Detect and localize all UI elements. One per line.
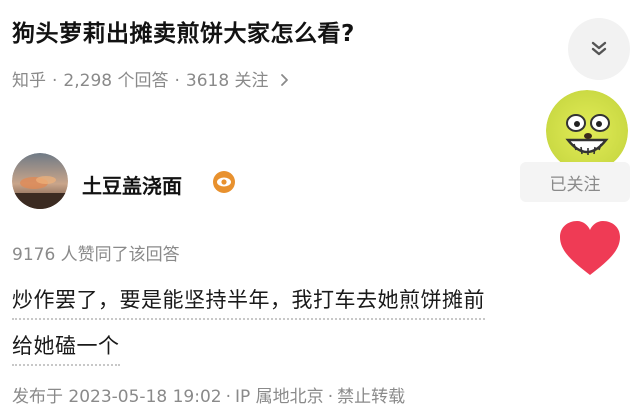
answer-count: 2,298 个回答 (63, 71, 169, 91)
author-avatar[interactable] (12, 153, 68, 209)
dotted-underline (12, 364, 120, 366)
answer-text: 炒作罢了，要是能坚持半年，我打车去她煎饼摊前 (12, 288, 485, 312)
answer-text-line: 炒作罢了，要是能坚持半年，我打车去她煎饼摊前 (12, 284, 485, 320)
meta-separator: · (327, 387, 334, 407)
ip-location: IP 属地北京 (235, 387, 324, 407)
answer-text-line: 给她磕一个 (12, 330, 120, 366)
chevron-down-icon (591, 41, 607, 56)
meta-separator: · (174, 71, 180, 91)
collapse-button[interactable] (568, 18, 630, 80)
author-name[interactable]: 土豆盖浇面 (82, 170, 182, 199)
heart-icon (560, 221, 620, 275)
follow-button[interactable]: 已关注 (520, 162, 630, 202)
like-button[interactable] (558, 219, 622, 279)
source-label: 知乎 (12, 71, 46, 91)
eye-badge-icon (212, 170, 236, 194)
answer-text: 给她磕一个 (12, 334, 120, 358)
published-time: 发布于 2023-05-18 19:02 (12, 387, 222, 407)
question-title[interactable]: 狗头萝莉出摊卖煎饼大家怎么看? (12, 14, 532, 48)
meta-separator: · (52, 71, 58, 91)
post-meta: 发布于 2023-05-18 19:02 · IP 属地北京 · 禁止转载 (12, 382, 405, 407)
dotted-underline (12, 318, 485, 320)
floating-sticker-avatar[interactable] (546, 90, 628, 172)
question-meta[interactable]: 知乎 · 2,298 个回答 · 3618 关注 (12, 66, 290, 91)
chevron-right-icon (281, 74, 288, 86)
meta-separator: · (225, 387, 232, 407)
follower-count: 3618 关注 (185, 71, 269, 91)
copyright-notice: 禁止转载 (337, 387, 406, 407)
vote-summary: 9176 人赞同了该回答 (12, 245, 180, 265)
